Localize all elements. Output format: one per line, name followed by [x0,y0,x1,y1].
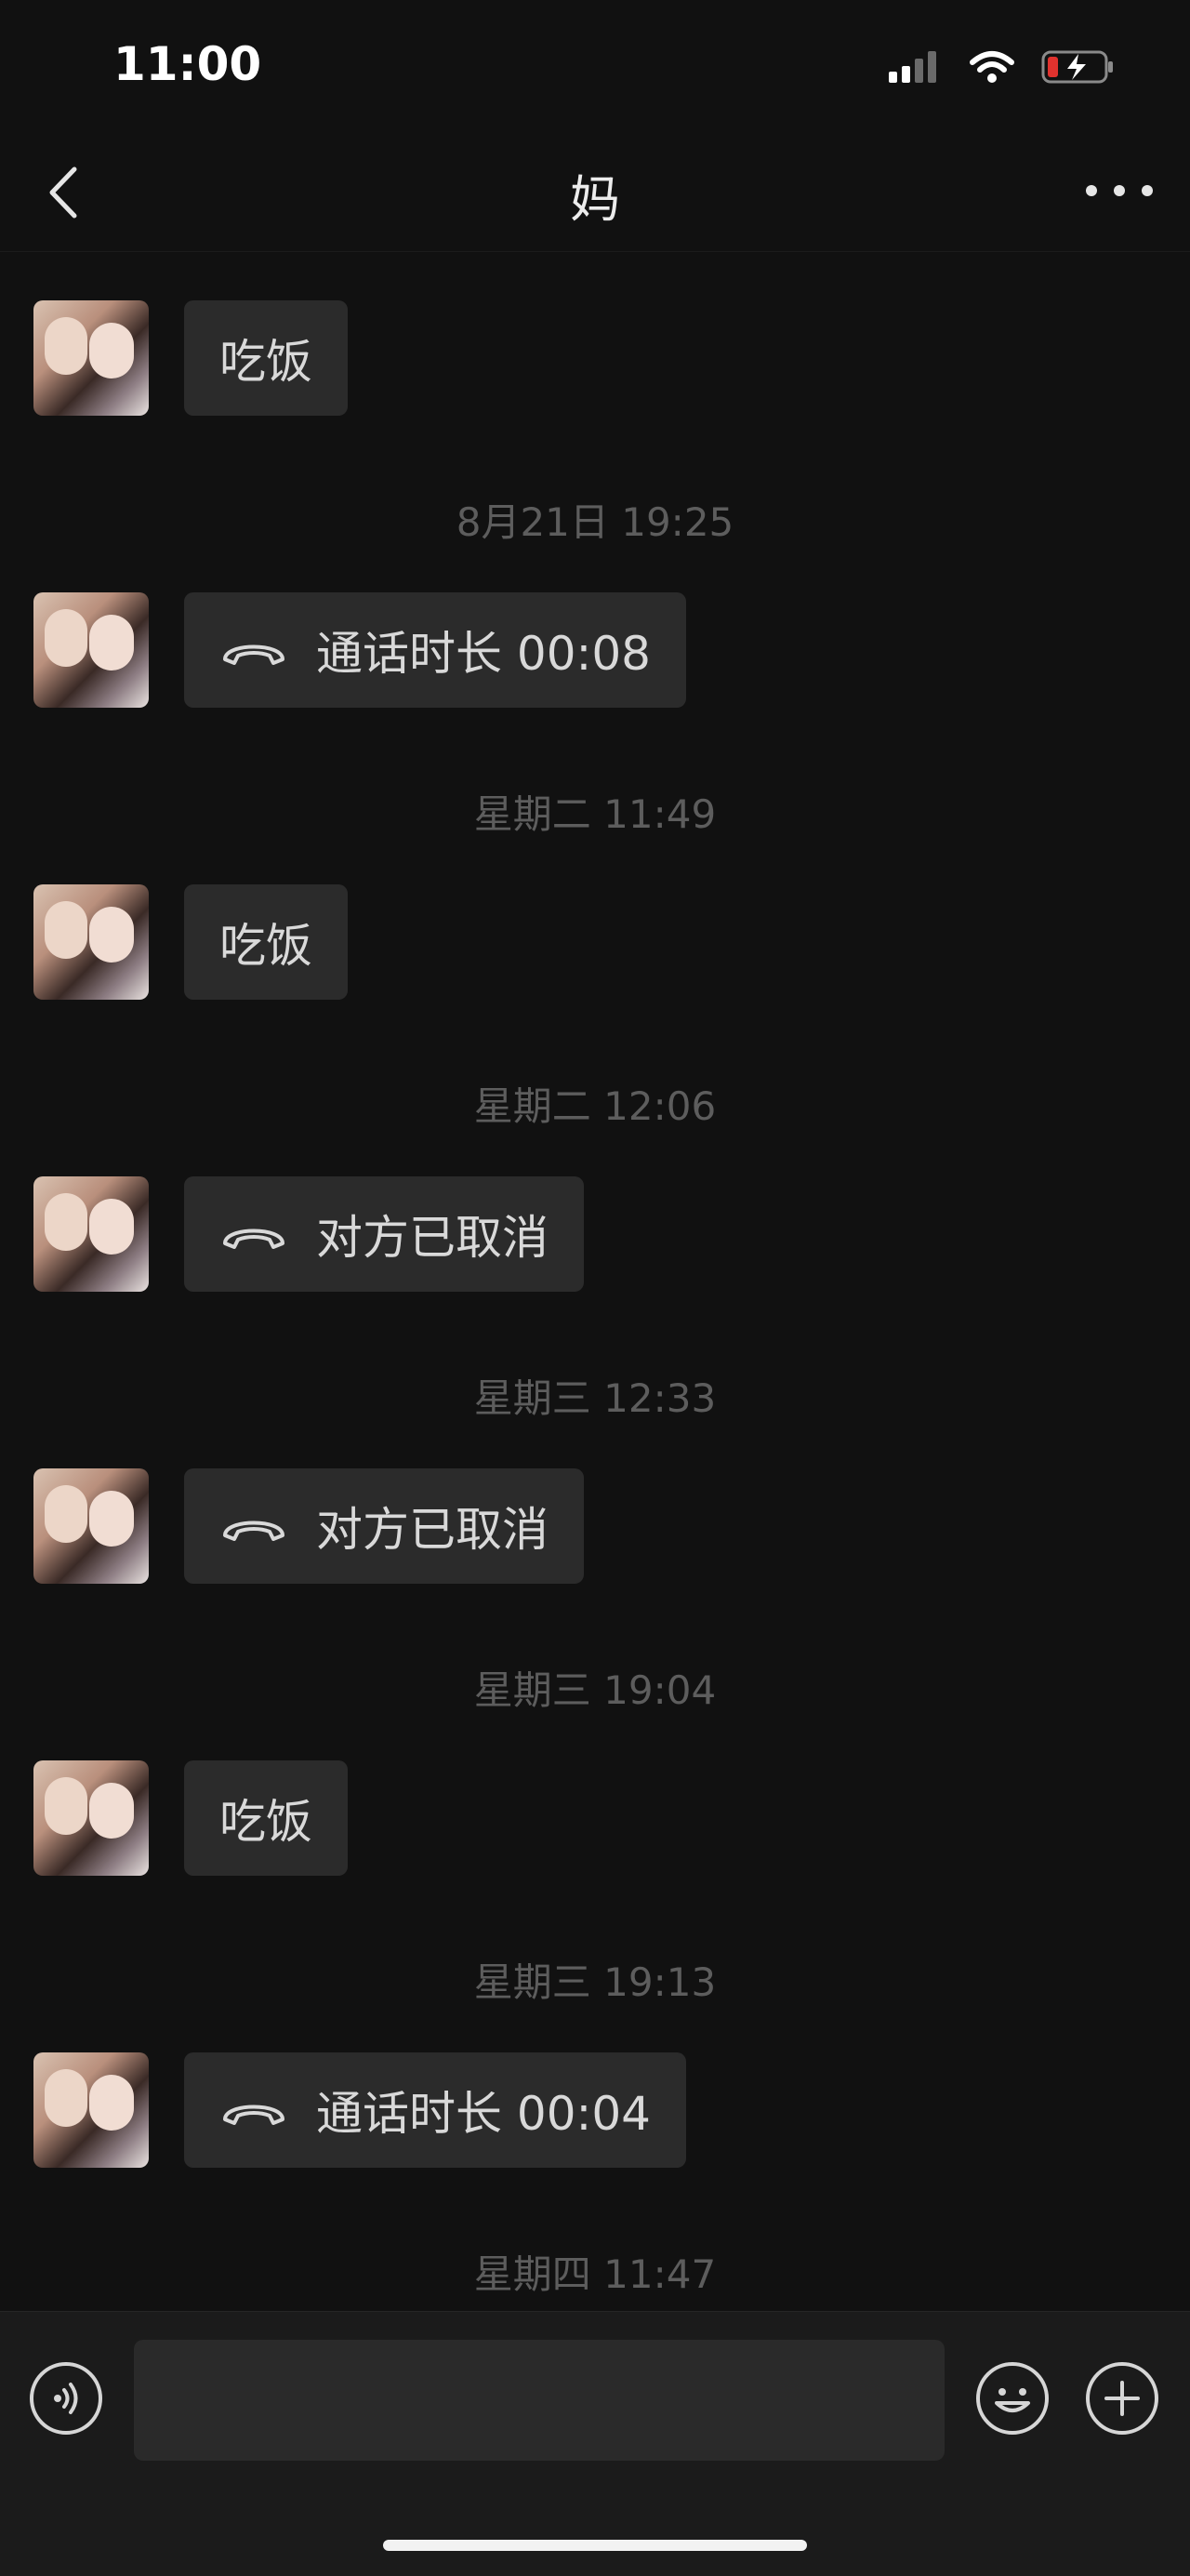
chat-title: 妈 [570,170,620,229]
plus-icon [1104,2381,1140,2416]
navigation-bar: 妈 [0,130,1190,252]
timestamp: 星期二 11:49 [473,791,717,837]
message-text: 对方已取消 [316,1503,549,1557]
phone-hangup-icon [223,1228,284,1249]
voice-icon [54,2383,78,2414]
emoji-button[interactable] [976,2362,1049,2435]
message-row: 对方已取消 [0,1176,1190,1292]
message-text: 吃饭 [219,1795,312,1849]
avatar[interactable] [33,300,149,416]
timestamp: 8月21日 19:25 [456,499,734,545]
status-time: 11:00 [113,37,262,91]
battery-charging-icon [1041,50,1113,84]
call-bubble[interactable]: 对方已取消 [184,1176,584,1292]
message-text: 对方已取消 [316,1211,549,1265]
message-text: 吃饭 [219,919,312,973]
call-bubble[interactable]: 对方已取消 [184,1468,584,1584]
emoji-icon [995,2388,1030,2412]
avatar[interactable] [33,592,149,708]
wifi-icon [970,51,1014,83]
message-text: 吃饭 [219,335,312,389]
avatar[interactable] [33,2052,149,2168]
timestamp: 星期四 11:47 [473,2251,717,2297]
timestamp: 星期三 12:33 [473,1375,717,1421]
input-bar [0,2311,1190,2576]
message-row: 通话时长 00:08 [0,592,1190,708]
avatar[interactable] [33,1760,149,1876]
timestamp: 星期三 19:04 [473,1667,717,1713]
message-row: 对方已取消 [0,1468,1190,1584]
plus-button[interactable] [1086,2362,1158,2435]
message-text: 通话时长 00:08 [316,627,651,681]
message-row: 吃饭 [0,300,1190,416]
timestamp: 星期二 12:06 [473,1083,717,1129]
avatar[interactable] [33,1176,149,1292]
phone-hangup-icon [223,644,284,665]
message-text: 通话时长 00:04 [316,2087,651,2141]
avatar[interactable] [33,1468,149,1584]
status-bar: 11:00 [0,0,1190,130]
home-indicator [383,2540,807,2551]
message-row: 吃饭 [0,1760,1190,1876]
phone-hangup-icon [223,1520,284,1541]
call-bubble[interactable]: 通话时长 00:08 [184,592,686,708]
more-button[interactable] [1086,177,1153,205]
message-bubble[interactable]: 吃饭 [184,1760,348,1876]
more-dots-icon [1086,185,1097,196]
avatar[interactable] [33,884,149,1000]
message-bubble[interactable]: 吃饭 [184,300,348,416]
timestamp: 星期三 19:13 [473,1959,717,2005]
message-row: 通话时长 00:04 [0,2052,1190,2168]
message-row: 吃饭 [0,884,1190,1000]
message-bubble[interactable]: 吃饭 [184,884,348,1000]
status-icons [887,48,1116,86]
phone-hangup-icon [223,2105,284,2125]
voice-input-button[interactable] [30,2362,102,2435]
cellular-signal-icon [889,51,936,83]
message-input[interactable] [134,2340,945,2461]
call-bubble[interactable]: 通话时长 00:04 [184,2052,686,2168]
